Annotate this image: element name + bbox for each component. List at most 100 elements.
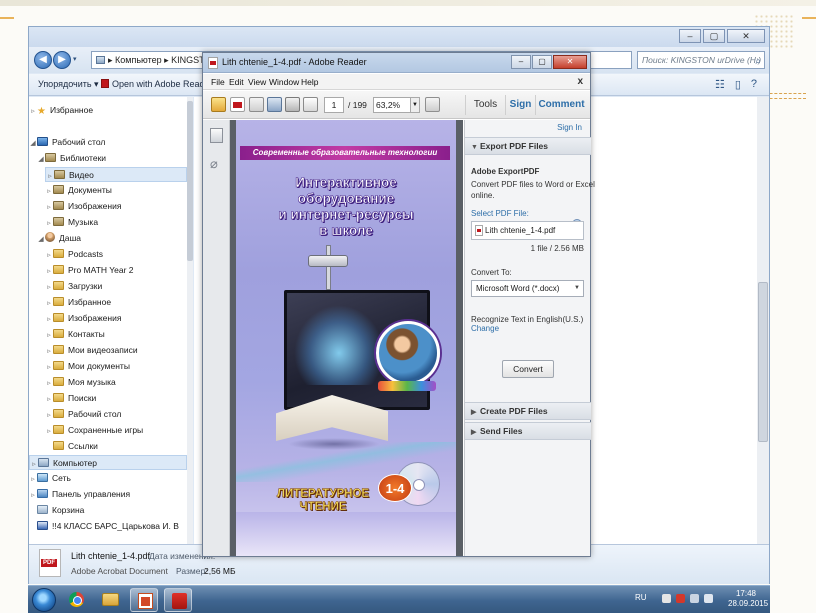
tab-tools[interactable]: Tools: [465, 95, 505, 115]
print-icon[interactable]: [285, 97, 300, 112]
details-size-label: Размер:: [176, 566, 208, 576]
nav-item-computer[interactable]: ▹ Компьютер: [29, 455, 187, 470]
menu-help[interactable]: Help: [301, 77, 318, 87]
desktop-icon: [37, 137, 48, 146]
menu-view[interactable]: View: [248, 77, 266, 87]
nav-item[interactable]: ▹ Поиски: [45, 391, 192, 406]
details-size-value: 2,56 МБ: [204, 566, 236, 576]
folder-icon: [53, 345, 64, 354]
taskbar-reader-button[interactable]: [164, 588, 192, 612]
nav-item[interactable]: ◢ Даша: [37, 231, 192, 246]
nav-item[interactable]: ◢ Библиотеки: [37, 151, 192, 166]
folder-icon: [102, 593, 119, 606]
nav-item[interactable]: Ссылки: [45, 439, 192, 454]
nav-item-video[interactable]: ▹ Видео: [45, 167, 187, 182]
nav-item[interactable]: ▹ Моя музыка: [45, 375, 192, 390]
minimize-button[interactable]: –: [679, 29, 701, 43]
send-files-header[interactable]: ▶ Send Files: [465, 422, 591, 440]
nav-item[interactable]: ▹ Podcasts: [45, 247, 192, 262]
slide-accent-left: [0, 17, 14, 19]
nav-item[interactable]: ▹ Мои видеозаписи: [45, 343, 192, 358]
search-icon[interactable]: ⌕: [755, 54, 761, 68]
taskbar: RU 17:48 28.09.2015: [28, 585, 770, 613]
convert-to-select[interactable]: Microsoft Word (*.docx) ▼: [471, 280, 584, 297]
save-icon[interactable]: [267, 97, 282, 112]
reader-minimize-button[interactable]: –: [511, 55, 531, 69]
menu-file[interactable]: File: [211, 77, 225, 87]
change-link[interactable]: Change: [471, 324, 499, 333]
maximize-button[interactable]: ▢: [703, 29, 725, 43]
nav-item[interactable]: ▹ Изображения: [45, 311, 192, 326]
nav-item[interactable]: ▹ Панель управления: [29, 487, 187, 502]
nav-item[interactable]: ▹ Сохраненные игры: [45, 423, 192, 438]
nav-item[interactable]: ▹ Изображения: [45, 199, 192, 214]
help-icon[interactable]: ?: [751, 78, 757, 91]
nav-item[interactable]: Корзина: [29, 503, 187, 518]
tray-show-hidden-icon[interactable]: [662, 594, 671, 603]
downloads-icon: [53, 281, 64, 290]
colorful-label-image: [378, 381, 436, 391]
language-indicator[interactable]: RU: [635, 593, 647, 602]
create-pdf-header[interactable]: ▶ Create PDF Files: [465, 402, 591, 420]
taskbar-explorer-button[interactable]: [96, 588, 124, 612]
tray-volume-icon[interactable]: [704, 594, 713, 603]
sign-in-link[interactable]: Sign In: [557, 123, 582, 132]
attachments-icon[interactable]: ⌀: [210, 156, 223, 171]
view-options-icon[interactable]: ☷: [715, 78, 725, 91]
selected-file-field[interactable]: Lith chtenie_1-4.pdf: [471, 221, 584, 240]
recent-pages-chevron-icon[interactable]: ▾: [73, 55, 77, 63]
close-document-button[interactable]: x: [577, 76, 583, 87]
tab-sign[interactable]: Sign: [505, 95, 535, 115]
back-button[interactable]: ◀: [34, 51, 52, 69]
main-scrollbar-thumb[interactable]: [758, 282, 768, 442]
export-pdf-header[interactable]: ▼ Export PDF Files: [465, 137, 591, 155]
organize-button[interactable]: Упорядочить ▾: [38, 79, 99, 90]
cover-subject: ЛИТЕРАТУРНОЕ ЧТЕНИЕ: [276, 488, 370, 514]
nav-item[interactable]: ▹ Pro MATH Year 2: [45, 263, 192, 278]
menu-window[interactable]: Window: [269, 77, 299, 87]
edit-icon[interactable]: [249, 97, 264, 112]
page-total: / 199: [348, 100, 367, 110]
nav-scrollbar-thumb[interactable]: [187, 101, 193, 261]
reader-close-button[interactable]: ✕: [553, 55, 587, 69]
nav-item[interactable]: ▹ Документы: [45, 183, 192, 198]
reader-maximize-button[interactable]: ▢: [532, 55, 552, 69]
nav-item[interactable]: ▹ Избранное: [45, 295, 192, 310]
tab-comment[interactable]: Comment: [535, 95, 587, 115]
zoom-dropdown-icon[interactable]: ▼: [410, 97, 420, 113]
start-button[interactable]: [32, 588, 56, 612]
email-icon[interactable]: [303, 97, 318, 112]
preview-pane-icon[interactable]: ▯: [735, 78, 741, 91]
open-icon[interactable]: [211, 97, 226, 112]
taskbar-powerpoint-button[interactable]: [130, 588, 158, 612]
clock[interactable]: 17:48 28.09.2015: [728, 589, 768, 609]
nav-item[interactable]: ▹ Музыка: [45, 215, 192, 230]
nav-item[interactable]: ▹ Сеть: [29, 471, 187, 486]
tray-flag-icon[interactable]: [676, 594, 685, 603]
page-thumbnails-icon[interactable]: [210, 128, 223, 143]
taskbar-chrome-button[interactable]: [62, 588, 90, 612]
nav-item[interactable]: ▹ Рабочий стол: [45, 407, 192, 422]
nav-item[interactable]: !!4 КЛАСС БАРС_Царькова И. В: [29, 519, 187, 534]
zoom-input[interactable]: 63,2%: [373, 97, 411, 113]
convert-button[interactable]: Convert: [502, 360, 554, 378]
nav-item[interactable]: ▹ Мои документы: [45, 359, 192, 374]
nav-item[interactable]: ▹ ★ Избранное: [29, 103, 187, 118]
children-photo: [376, 321, 440, 385]
nav-item[interactable]: ▹ Контакты: [45, 327, 192, 342]
computer-icon: [38, 458, 49, 467]
tray-network-icon[interactable]: [690, 594, 699, 603]
fit-page-icon[interactable]: [425, 97, 440, 112]
page-number-input[interactable]: 1: [324, 97, 344, 113]
forward-button[interactable]: ▶: [53, 51, 71, 69]
search-input[interactable]: Поиск: KINGSTON urDrive (H:) ⌕: [637, 51, 765, 69]
document-view[interactable]: Современные образовательные технологии И…: [230, 120, 463, 556]
create-pdf-icon[interactable]: [230, 97, 245, 112]
contacts-icon: [53, 329, 64, 338]
nav-item[interactable]: ▹ Загрузки: [45, 279, 192, 294]
nav-item[interactable]: ◢ Рабочий стол: [29, 135, 187, 150]
reader-menubar: File Edit View Window Help x: [203, 74, 590, 90]
menu-edit[interactable]: Edit: [229, 77, 244, 87]
close-button[interactable]: ✕: [727, 29, 765, 43]
folder-icon: [53, 409, 64, 418]
